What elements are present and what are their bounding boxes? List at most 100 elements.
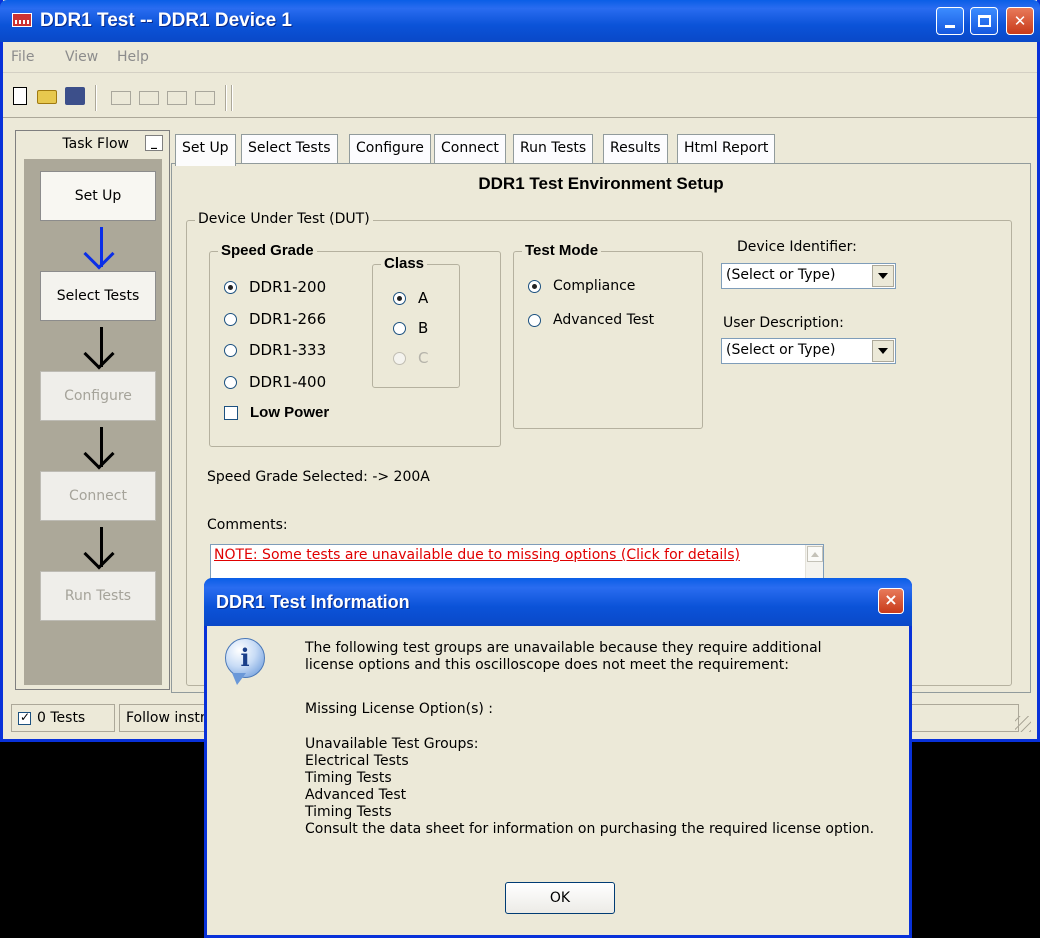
radio-button[interactable] (393, 351, 406, 365)
menu-view[interactable]: View (65, 49, 98, 65)
radio-advanced-test[interactable]: Advanced Test (528, 312, 654, 328)
menu-help[interactable]: Help (117, 49, 149, 65)
app-icon (12, 13, 32, 27)
radio-button[interactable] (224, 375, 237, 389)
tab-select-tests[interactable]: Select Tests (241, 134, 338, 164)
speed-grade-label: Speed Grade (218, 242, 317, 259)
missing-license-text: Missing License Option(s) : (305, 701, 493, 717)
menu-file[interactable]: File (11, 49, 34, 65)
dialog-title: DDR1 Test Information (216, 592, 410, 612)
dialog-line: Advanced Test (305, 787, 407, 803)
scroll-up-icon[interactable] (807, 546, 823, 562)
info-icon: i (225, 638, 265, 685)
radio-button[interactable] (528, 313, 541, 327)
chevron-down-icon[interactable] (872, 265, 894, 287)
radio-ddr1-266[interactable]: DDR1-266 (224, 310, 326, 328)
task-flow-minimize-button[interactable]: _ (145, 135, 163, 151)
new-file-icon[interactable] (13, 87, 27, 105)
toolbar-icon-2[interactable] (139, 91, 159, 105)
tests-checkbox[interactable]: ✓ (18, 710, 31, 725)
tab-run-tests[interactable]: Run Tests (513, 134, 594, 164)
radio-label: C (418, 349, 429, 367)
ok-button[interactable]: OK (505, 882, 615, 914)
close-button[interactable]: ✕ (1006, 7, 1034, 35)
user-description-value: (Select or Type) (726, 342, 836, 358)
radio-label: DDR1-400 (249, 373, 327, 391)
resize-grip-icon[interactable] (1015, 716, 1031, 732)
comments-label: Comments: (207, 517, 288, 533)
radio-button[interactable] (528, 279, 541, 293)
tab-set-up[interactable]: Set Up (175, 134, 236, 166)
device-identifier-combo[interactable]: (Select or Type) (721, 263, 896, 289)
window-title: DDR1 Test -- DDR1 Device 1 (40, 10, 293, 31)
radio-ddr1-200[interactable]: DDR1-200 (224, 278, 326, 296)
flow-arrow-icon (83, 525, 116, 575)
dialog-line: license options and this oscilloscope do… (305, 657, 789, 673)
dialog-close-button[interactable]: × (878, 588, 904, 614)
open-folder-icon[interactable] (37, 90, 57, 104)
dialog-line: Timing Tests (305, 804, 392, 820)
radio-class-a[interactable]: A (393, 289, 428, 307)
toolbar-icon-3[interactable] (167, 91, 187, 105)
maximize-button[interactable] (970, 7, 998, 35)
task-flow-panel: Task Flow _ Set Up Select Tests Configur… (15, 130, 170, 690)
radio-class-b[interactable]: B (393, 319, 428, 337)
tab-connect[interactable]: Connect (434, 134, 506, 164)
dialog-line: Unavailable Test Groups: (305, 736, 479, 752)
speed-grade-group: Speed Grade DDR1-200 DDR1-266 DDR1-333 D… (209, 242, 501, 447)
device-identifier-value: (Select or Type) (726, 267, 836, 283)
flow-step-configure[interactable]: Configure (40, 371, 156, 421)
tab-configure[interactable]: Configure (349, 134, 431, 164)
user-description-combo[interactable]: (Select or Type) (721, 338, 896, 364)
flow-step-run-tests[interactable]: Run Tests (40, 571, 156, 621)
page-title: DDR1 Test Environment Setup (478, 174, 724, 193)
radio-class-c[interactable]: C (393, 349, 428, 367)
unavailable-groups-text: Unavailable Test Groups: Electrical Test… (305, 736, 874, 838)
toolbar-icon-1[interactable] (111, 91, 131, 105)
toolbar-separator (231, 85, 233, 111)
chevron-down-icon[interactable] (872, 340, 894, 362)
radio-compliance[interactable]: Compliance (528, 278, 635, 294)
dialog-line: The following test groups are unavailabl… (305, 640, 822, 656)
status-tests-cell: ✓ 0 Tests (11, 704, 115, 732)
radio-label: DDR1-333 (249, 341, 327, 359)
task-flow-body: Set Up Select Tests Configure Connect Ru… (24, 159, 162, 685)
radio-ddr1-333[interactable]: DDR1-333 (224, 341, 326, 359)
checkbox-box[interactable] (224, 405, 238, 420)
minimize-button[interactable] (936, 7, 964, 35)
radio-ddr1-400[interactable]: DDR1-400 (224, 373, 326, 391)
flow-step-set-up[interactable]: Set Up (40, 171, 156, 221)
dialog-title-bar[interactable]: DDR1 Test Information × (204, 578, 912, 626)
class-group: Class A B C (372, 255, 460, 388)
toolbar (3, 72, 1037, 118)
title-bar[interactable]: DDR1 Test -- DDR1 Device 1 ✕ (0, 0, 1040, 42)
radio-button[interactable] (393, 321, 406, 335)
flow-arrow-icon (83, 325, 116, 375)
radio-button[interactable] (224, 312, 237, 326)
radio-button[interactable] (393, 291, 406, 305)
toolbar-icon-4[interactable] (195, 91, 215, 105)
tab-results[interactable]: Results (603, 134, 668, 164)
flow-step-connect[interactable]: Connect (40, 471, 156, 521)
save-icon[interactable] (65, 87, 85, 105)
dialog-line: Electrical Tests (305, 753, 409, 769)
menu-bar: File View Help (3, 42, 1037, 72)
speed-grade-selected-text: Speed Grade Selected: -> 200A (207, 469, 430, 485)
low-power-checkbox[interactable]: Low Power (224, 404, 329, 421)
tests-count: 0 Tests (37, 710, 86, 726)
missing-options-note-link[interactable]: NOTE: Some tests are unavailable due to … (214, 547, 774, 564)
toolbar-separator (95, 85, 97, 111)
radio-button[interactable] (224, 343, 237, 357)
flow-step-select-tests[interactable]: Select Tests (40, 271, 156, 321)
test-mode-group: Test Mode Compliance Advanced Test (513, 242, 703, 429)
flow-arrow-icon (83, 225, 116, 275)
radio-button[interactable] (224, 280, 237, 294)
dialog-line: Consult the data sheet for information o… (305, 821, 875, 837)
dialog-line: Timing Tests (305, 770, 392, 786)
tab-html-report[interactable]: Html Report (677, 134, 776, 164)
checkbox-label: Low Power (250, 404, 330, 421)
task-flow-header: Task Flow _ (16, 131, 169, 157)
dut-group-label: Device Under Test (DUT) (195, 211, 373, 227)
test-mode-label: Test Mode (522, 242, 602, 259)
info-dialog: DDR1 Test Information × i The following … (204, 578, 912, 938)
